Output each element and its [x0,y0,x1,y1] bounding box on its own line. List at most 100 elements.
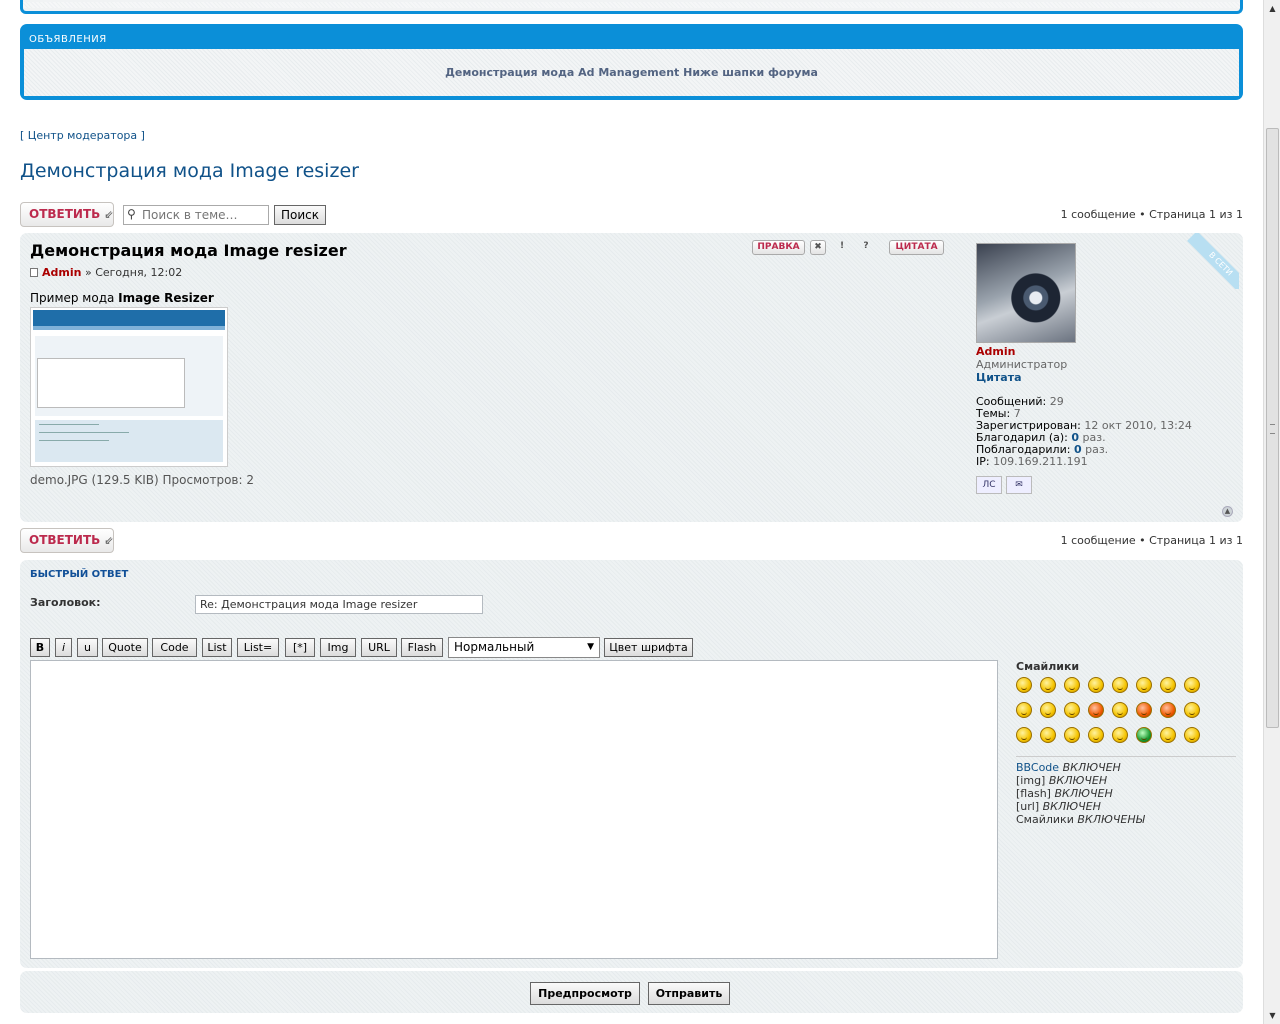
email-icon[interactable]: ✉ [1006,476,1032,494]
avatar [976,243,1076,343]
url-button[interactable]: URL [361,638,397,657]
profile-stats: Сообщений: 29 Темы: 7 Зарегистрирован: 1… [976,395,1192,468]
chevron-down-icon: ▼ [587,642,594,652]
pagination-bottom: 1 сообщение • Страница 1 из 1 [1060,534,1243,547]
list-item-button[interactable]: [*] [285,638,315,657]
subject-label: Заголовок: [30,596,101,609]
arrow-icon[interactable] [1088,727,1104,743]
smile-icon[interactable] [1136,727,1152,743]
reply-button-bottom[interactable]: ОТВЕТИТЬ ⇙ [20,528,114,553]
bbcode-link[interactable]: BBCode [1016,761,1059,774]
quote-button[interactable]: ЦИТАТА [889,240,944,255]
profile-contact-icons: ЛС ✉ [976,476,1216,494]
code-button[interactable]: Code [152,638,197,657]
announcement-text: Демонстрация мода Ad Management Ниже шап… [24,49,1239,96]
subject-input[interactable]: Re: Демонстрация мода Image resizer [195,595,483,614]
moderator-center-link[interactable]: [ Центр модератора ] [20,129,145,142]
underline-button[interactable]: u [77,638,98,657]
img-button[interactable]: Img [320,638,356,657]
font-color-button[interactable]: Цвет шрифта [604,638,693,657]
smile-icon[interactable] [1112,727,1128,743]
list-button[interactable]: List [202,638,232,657]
search-icon: ⚲ [127,207,136,221]
scroll-down-icon[interactable]: ▼ [1266,1009,1279,1022]
post-text-bold: Image Resizer [118,291,214,305]
back-to-top-icon[interactable]: ▲ [1222,506,1233,517]
smile-icon[interactable] [1040,702,1056,718]
search-input[interactable] [142,207,266,223]
preview-button[interactable]: Предпросмотр [530,982,640,1005]
quick-reply-panel: БЫСТРЫЙ ОТВЕТ Заголовок: Re: Демонстраци… [20,560,1243,968]
post-profile: Admin Администратор Цитата Сообщений: 29… [976,243,1216,494]
reply-arrow-icon: ⇙ [104,208,114,221]
exclaim-icon[interactable] [1016,727,1032,743]
smile-icon[interactable] [1184,702,1200,718]
flash-button[interactable]: Flash [401,638,443,657]
quick-reply-heading: БЫСТРЫЙ ОТВЕТ [30,569,129,580]
smile-icon[interactable] [1016,702,1032,718]
posts-count: 29 [1049,395,1064,408]
smile-icon[interactable] [1112,702,1128,718]
post-content: Пример мода Image Resizer [30,291,214,305]
post: Демонстрация мода Image resizer Admin » … [20,233,1243,522]
pm-icon[interactable]: ЛС [976,476,1002,494]
report-icon[interactable]: ! [834,240,850,255]
quote-bbcode-button[interactable]: Quote [102,638,148,657]
delete-icon[interactable]: ✖ [810,240,826,255]
ip-address: 109.169.211.191 [993,455,1088,468]
attachment-image[interactable] [30,307,228,467]
smilies-panel: Смайлики BBCode ВКЛЮЧЕН [img] ВКЛЮЧЕН [f… [1016,660,1236,826]
post-date: Сегодня, 12:02 [95,266,183,279]
smile-icon[interactable] [1088,677,1104,693]
edit-button[interactable]: ПРАВКА [752,240,805,255]
smile-icon[interactable] [1112,677,1128,693]
pagination-top: 1 сообщение • Страница 1 из 1 [1060,208,1243,221]
topic-search-field[interactable]: ⚲ [123,205,269,225]
profile-quote-link[interactable]: Цитата [976,371,1216,384]
font-size-select[interactable]: Нормальный ▼ [448,637,600,658]
question-icon[interactable] [1040,727,1056,743]
page-title: Демонстрация мода Image resizer [20,160,359,182]
smile-icon[interactable] [1040,677,1056,693]
submit-bar: Предпросмотр Отправить [20,971,1243,1013]
smile-icon[interactable] [1136,677,1152,693]
smilies-row-3 [1016,727,1236,752]
post-title: Демонстрация мода Image resizer [30,241,347,260]
smile-icon[interactable] [1160,677,1176,693]
smilies-heading: Смайлики [1016,660,1080,673]
announcements-heading: ОБЪЯВЛЕНИЯ [29,34,107,45]
author-link[interactable]: Admin [42,266,81,279]
reply-label: ОТВЕТИТЬ [29,533,101,547]
smile-icon[interactable] [1088,702,1104,718]
previous-panel-edge [20,0,1243,14]
bbcode-status: BBCode ВКЛЮЧЕН [img] ВКЛЮЧЕН [flash] ВКЛ… [1016,756,1236,826]
smile-icon[interactable] [1064,702,1080,718]
profile-username[interactable]: Admin [976,345,1216,358]
scroll-thumb[interactable] [1266,128,1279,728]
numbered-list-button[interactable]: List= [237,638,279,657]
post-author-line: Admin » Сегодня, 12:02 [30,266,182,279]
smile-icon[interactable] [1160,727,1176,743]
profile-rank: Администратор [976,358,1068,371]
online-status-ribbon: В СЕТИ [1183,233,1239,289]
reply-arrow-icon: ⇙ [104,534,114,547]
post-text: Пример мода [30,291,119,305]
smile-icon[interactable] [1136,702,1152,718]
scroll-up-icon[interactable]: ▲ [1266,2,1279,15]
italic-button[interactable]: i [55,638,72,657]
idea-icon[interactable] [1064,727,1080,743]
info-icon[interactable]: ? [858,240,874,255]
smile-icon[interactable] [1016,677,1032,693]
smile-icon[interactable] [1184,677,1200,693]
search-button[interactable]: Поиск [274,205,326,225]
bold-button[interactable]: B [30,638,50,657]
smile-icon[interactable] [1184,727,1200,743]
smile-icon[interactable] [1064,677,1080,693]
vertical-scrollbar[interactable]: ▲ ▼ [1263,0,1280,1024]
smile-icon[interactable] [1160,702,1176,718]
smilies-row-1 [1016,677,1236,702]
reply-button-top[interactable]: ОТВЕТИТЬ ⇙ [20,202,114,227]
message-textarea[interactable] [30,660,998,959]
announcements-panel: ОБЪЯВЛЕНИЯ Демонстрация мода Ad Manageme… [20,24,1243,100]
send-button[interactable]: Отправить [648,982,730,1005]
